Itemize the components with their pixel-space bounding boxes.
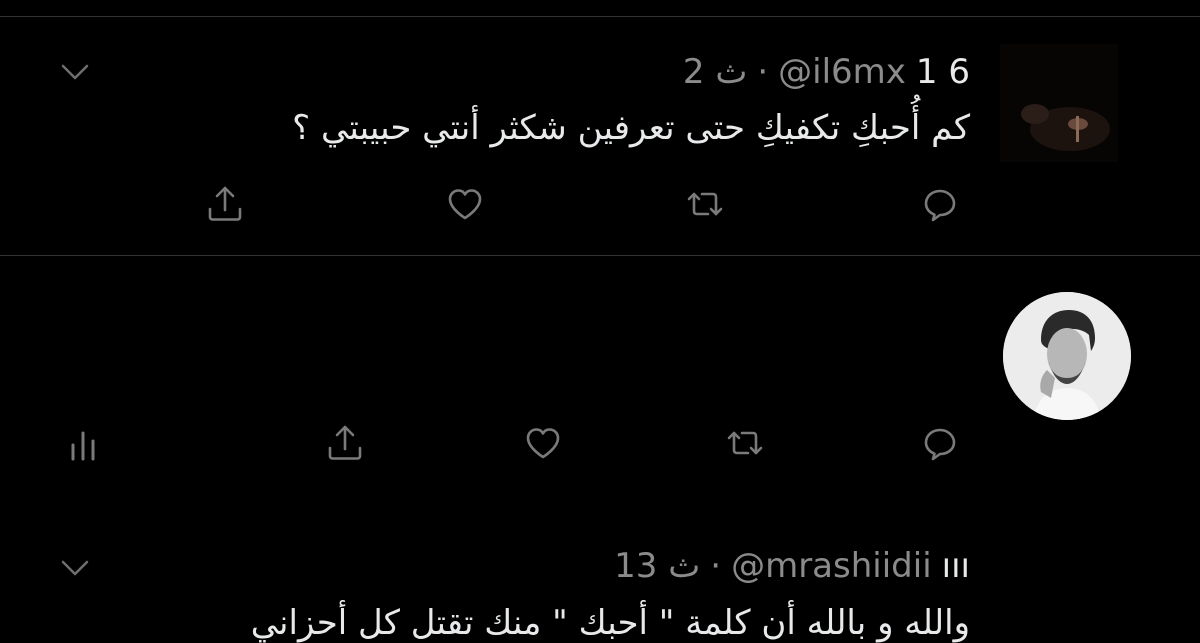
retweet-icon[interactable]: [683, 182, 727, 226]
retweet-icon[interactable]: [723, 421, 767, 465]
tweet-text: والله و بالله أن كلمة " أحبك " منك تقتل …: [250, 603, 970, 643]
like-icon[interactable]: [443, 182, 487, 226]
tweet-header: 13 ث · @mrashiidii ııı: [614, 546, 970, 586]
avatar-image: [1000, 44, 1118, 162]
share-icon[interactable]: [323, 421, 367, 465]
reply-icon[interactable]: [918, 421, 962, 465]
display-name[interactable]: ııı: [942, 546, 970, 586]
avatar[interactable]: [1003, 292, 1131, 420]
tweet-1[interactable]: 2 ث · @il6mx 1 6 كم أُحبكِ تكفيكِ حتى تع…: [0, 0, 1200, 255]
tweet-text: كم أُحبكِ تكفيكِ حتى تعرفين شكثر أنتي حب…: [292, 108, 970, 148]
tweet-header: 2 ث · @il6mx 1 6: [683, 52, 970, 92]
share-icon[interactable]: [203, 182, 247, 226]
tweet-time: 2 ث: [682, 52, 748, 92]
user-handle[interactable]: @il6mx: [778, 52, 906, 92]
separator: ·: [757, 52, 769, 92]
like-icon[interactable]: [521, 421, 565, 465]
analytics-icon[interactable]: [63, 421, 107, 465]
separator: ·: [710, 546, 722, 586]
display-name[interactable]: 1 6: [916, 52, 970, 92]
avatar-image: [1003, 292, 1131, 420]
reply-icon[interactable]: [918, 182, 962, 226]
tweet-2[interactable]: 13 ث · @mrashiidii ııı والله و بالله أن …: [0, 256, 1200, 643]
chevron-down-icon[interactable]: [60, 558, 90, 580]
user-handle[interactable]: @mrashiidii: [731, 546, 932, 586]
chevron-down-icon[interactable]: [60, 62, 90, 84]
tweet-time: 13 ث: [614, 546, 701, 586]
avatar[interactable]: [1000, 44, 1118, 162]
